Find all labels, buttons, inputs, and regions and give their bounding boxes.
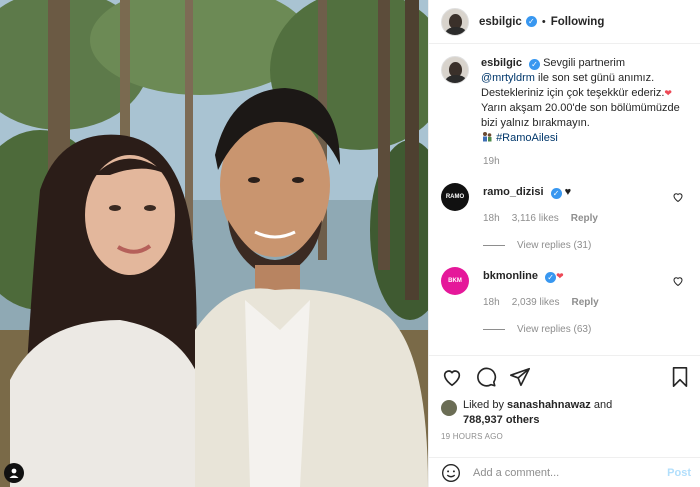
- caption-line2: ile son set günü anımız.: [534, 72, 655, 84]
- bookmark-icon[interactable]: [669, 366, 691, 388]
- heart-emoji-icon: ❤: [556, 271, 564, 281]
- view-replies-button[interactable]: View replies (63): [483, 324, 688, 335]
- following-button[interactable]: Following: [551, 16, 605, 28]
- caption-hashtag[interactable]: #RamoAilesi: [496, 132, 558, 144]
- post-side-panel: esbilgic ✓ • Following esbilgic ✓ Sevgil…: [428, 0, 700, 487]
- post-photo[interactable]: [0, 0, 428, 487]
- comment-icon[interactable]: [475, 366, 497, 388]
- caption-line4: Yarın akşam 20.00'de son bölümümüzde biz…: [481, 102, 680, 129]
- view-replies-label: View replies (63): [517, 324, 592, 335]
- caption-mention[interactable]: @mrtyldrm: [481, 72, 535, 84]
- caption-line3: Destekleriniz için çok teşekkür ederiz.: [481, 87, 665, 99]
- verified-badge-icon: ✓: [545, 272, 557, 283]
- comment-likes[interactable]: 3,116 likes: [512, 213, 559, 224]
- caption-text: esbilgic ✓ Sevgili partnerim @mrtyldrm i…: [481, 56, 681, 146]
- caption-line1: Sevgili partnerim: [543, 57, 626, 69]
- comment-item: BKM bkmonline ✓ ❤ 18h 2,039 likes Reply: [441, 267, 688, 308]
- liked-by-user[interactable]: sanashahnawaz: [507, 399, 591, 411]
- view-replies-button[interactable]: View replies (31): [483, 240, 688, 251]
- smile-icon[interactable]: [441, 463, 461, 483]
- comments-list[interactable]: esbilgic ✓ Sevgili partnerim @mrtyldrm i…: [429, 44, 700, 354]
- reply-button[interactable]: Reply: [571, 213, 598, 224]
- liked-by-prefix: Liked by: [463, 399, 508, 411]
- comment-likes[interactable]: 2,039 likes: [512, 297, 560, 308]
- heart-icon[interactable]: [441, 366, 463, 388]
- caption-avatar[interactable]: [441, 56, 469, 84]
- comment-input[interactable]: [473, 466, 653, 479]
- comment-time: 18h: [483, 297, 500, 308]
- liked-others-count[interactable]: 788,937 others: [463, 414, 539, 426]
- comment-avatar[interactable]: BKM: [441, 267, 469, 295]
- heart-icon[interactable]: [672, 275, 684, 287]
- add-comment-bar: Post: [429, 457, 700, 487]
- black-heart-emoji-icon: ♥: [564, 186, 572, 198]
- post-header: esbilgic ✓ • Following: [429, 0, 700, 44]
- reply-button[interactable]: Reply: [572, 297, 599, 308]
- caption-username[interactable]: esbilgic: [481, 57, 522, 69]
- post-comment-button[interactable]: Post: [667, 467, 691, 479]
- post-actions: Liked by sanashahnawaz and 788,937 other…: [429, 355, 700, 465]
- author-avatar[interactable]: [441, 7, 469, 36]
- tagged-users-button[interactable]: [4, 463, 24, 483]
- comment-username[interactable]: ramo_dizisi: [483, 186, 544, 198]
- view-replies-label: View replies (31): [517, 240, 592, 251]
- header-separator: •: [541, 15, 546, 28]
- caption: esbilgic ✓ Sevgili partnerim @mrtyldrm i…: [441, 56, 688, 146]
- caption-time: 19h: [483, 156, 500, 167]
- user-icon: [9, 468, 19, 478]
- likes-summary: Liked by sanashahnawaz and 788,937 other…: [441, 398, 691, 428]
- selfie-image: [0, 0, 428, 487]
- comment-time: 18h: [483, 213, 500, 224]
- verified-badge-icon: ✓: [550, 188, 562, 199]
- verified-badge-icon: ✓: [525, 16, 537, 27]
- share-icon[interactable]: [509, 366, 531, 388]
- comment-username[interactable]: bkmonline: [483, 270, 538, 282]
- family-emoji-icon: [483, 132, 492, 142]
- likes-text: Liked by sanashahnawaz and 788,937 other…: [463, 398, 612, 428]
- action-bar: [441, 364, 691, 390]
- liked-by-and: and: [590, 399, 613, 411]
- author-username[interactable]: esbilgic: [479, 16, 522, 28]
- comment-item: RAMO ramo_dizisi ✓ ♥ 18h 3,116 likes Reply: [441, 183, 688, 224]
- comment-avatar[interactable]: RAMO: [441, 183, 469, 211]
- heart-icon[interactable]: [672, 191, 684, 203]
- heart-emoji-icon: ❤: [664, 88, 672, 98]
- verified-badge-icon: ✓: [529, 59, 541, 70]
- liker-avatar[interactable]: [441, 400, 457, 416]
- posted-time[interactable]: 19 HOURS AGO: [441, 432, 691, 441]
